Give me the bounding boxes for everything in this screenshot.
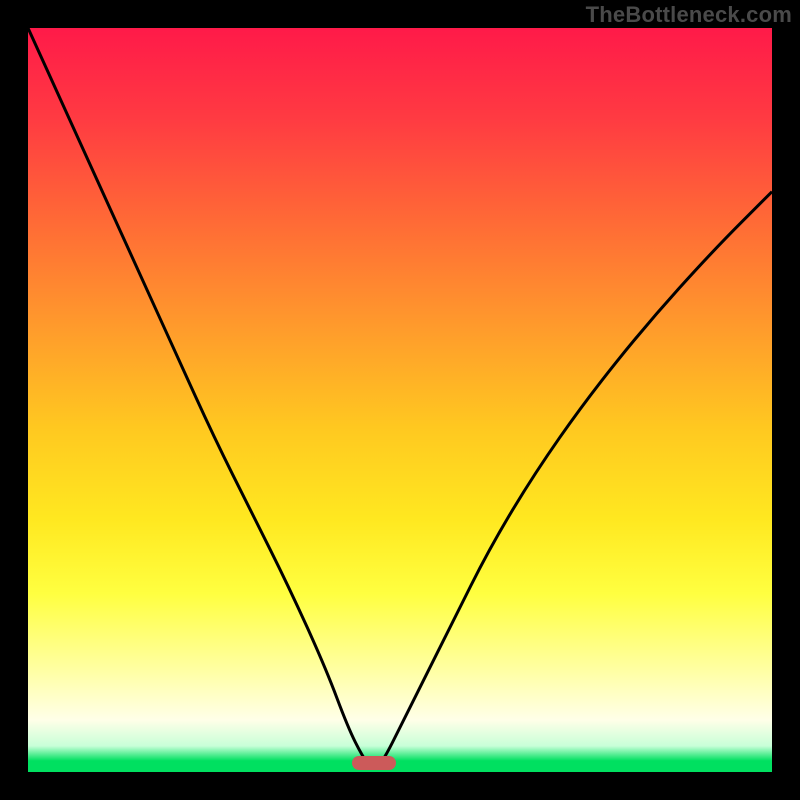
plot-area xyxy=(28,28,772,772)
curve-layer xyxy=(28,28,772,772)
bottleneck-curve xyxy=(28,28,772,768)
watermark-text: TheBottleneck.com xyxy=(586,2,792,28)
minimum-marker xyxy=(352,756,396,770)
